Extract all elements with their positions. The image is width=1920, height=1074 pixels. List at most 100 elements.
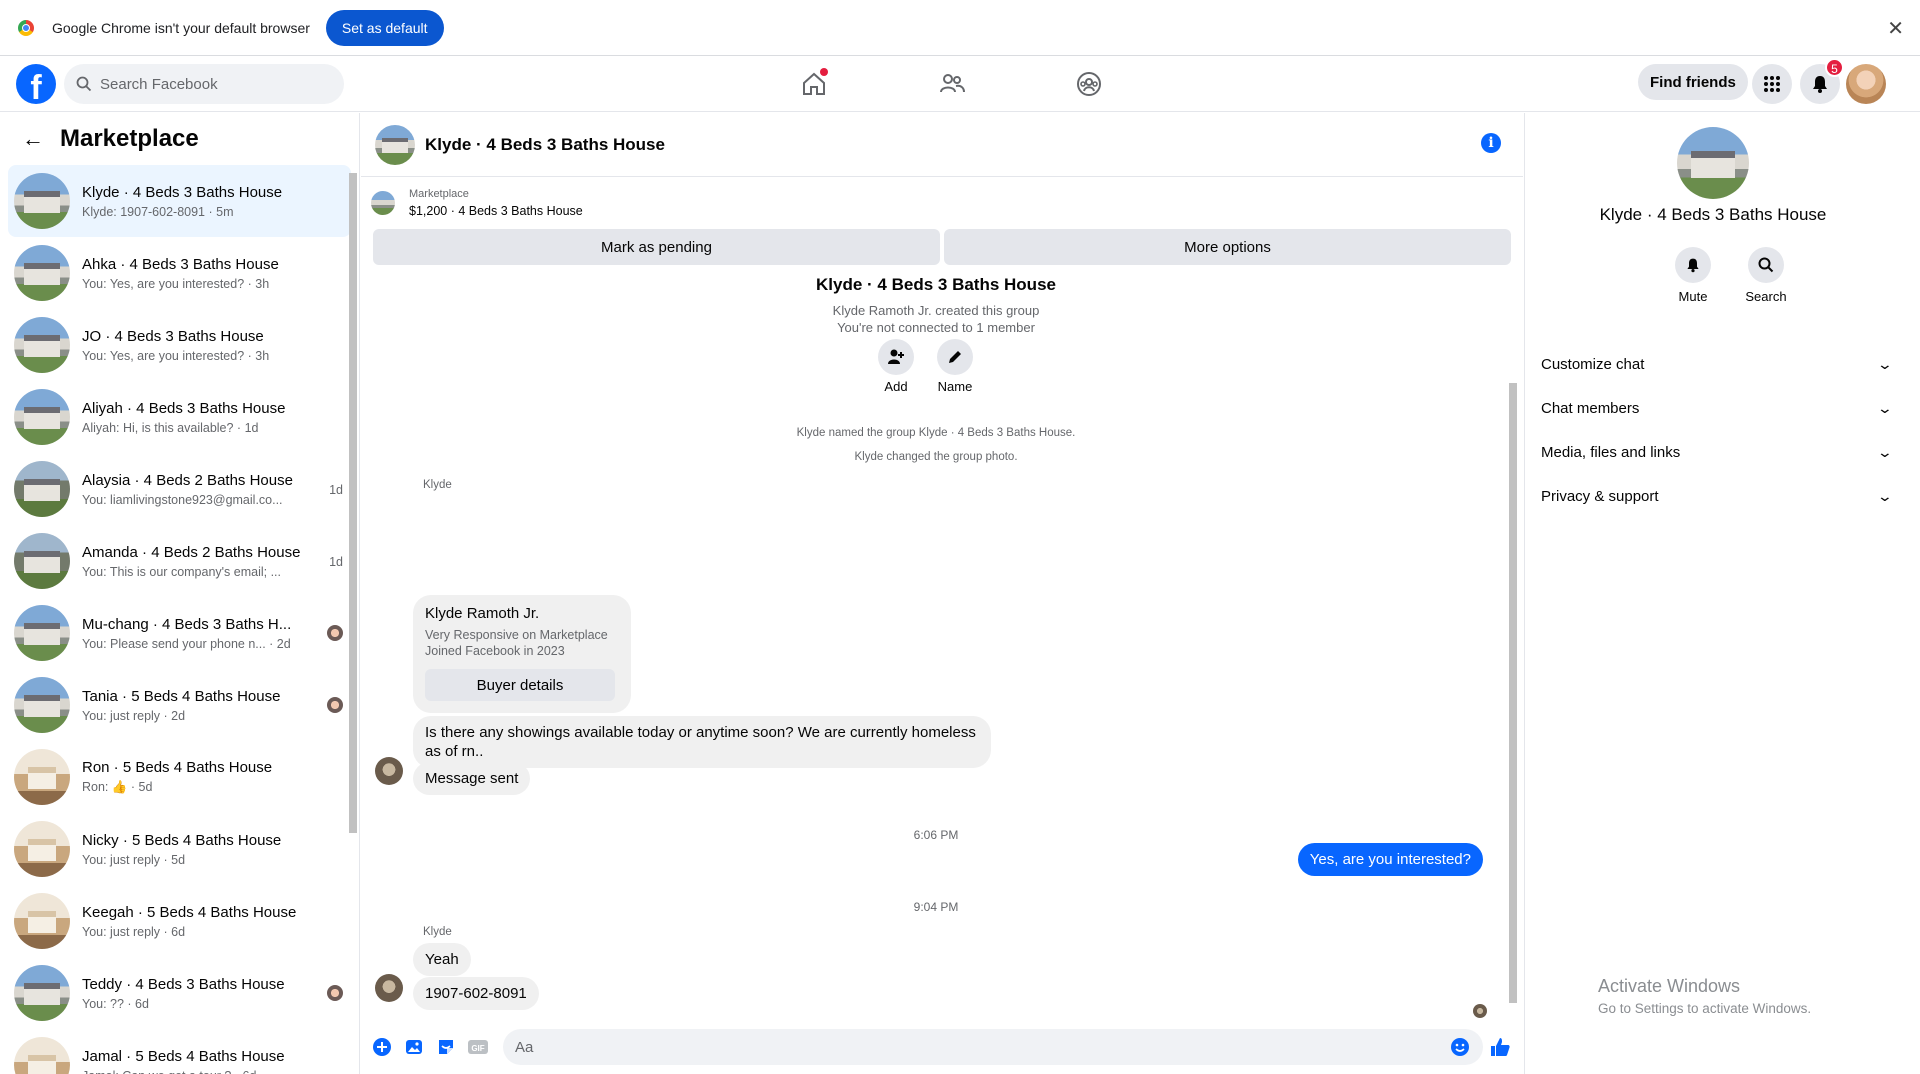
message-bubble[interactable]: Yeah bbox=[413, 943, 471, 976]
facebook-logo[interactable]: f bbox=[16, 64, 56, 104]
conversation-row[interactable]: Klyde · 4 Beds 3 Baths House Klyde: 1907-… bbox=[8, 165, 351, 237]
search-input[interactable] bbox=[100, 75, 310, 93]
conversation-name: Keegah · 5 Beds 4 Baths House bbox=[82, 903, 297, 921]
listing-avatar bbox=[14, 821, 70, 877]
conversation-name: Amanda · 4 Beds 2 Baths House bbox=[82, 543, 301, 561]
section-label: Chat members bbox=[1541, 399, 1640, 417]
section-label: Privacy & support bbox=[1541, 487, 1659, 505]
plus-circle-icon[interactable] bbox=[371, 1036, 393, 1058]
info-icon[interactable]: i bbox=[1481, 133, 1501, 153]
conversation-name: Jamal · 5 Beds 4 Baths House bbox=[82, 1047, 285, 1065]
chat-scrollbar[interactable] bbox=[1507, 273, 1519, 1013]
group-title: Klyde · 4 Beds 3 Baths House bbox=[816, 275, 1056, 294]
search-box[interactable] bbox=[64, 64, 344, 104]
listing-price-title: $1,200 · 4 Beds 3 Baths House bbox=[409, 204, 583, 218]
chat-header: Klyde · 4 Beds 3 Baths House i bbox=[361, 113, 1523, 177]
notification-badge: 5 bbox=[1825, 58, 1844, 77]
bell-icon bbox=[1687, 258, 1699, 273]
search-icon bbox=[1758, 257, 1774, 273]
back-arrow-icon[interactable]: ← bbox=[22, 126, 44, 152]
friends-nav-icon[interactable] bbox=[938, 70, 966, 98]
media-files-links-section[interactable]: Media, files and links ⌄ bbox=[1541, 434, 1894, 470]
chat-avatar[interactable] bbox=[375, 124, 415, 165]
buyer-card: Klyde Ramoth Jr. Very Responsive on Mark… bbox=[413, 595, 631, 713]
message-bubble[interactable]: 1907-602-8091 bbox=[413, 977, 539, 1010]
conversation-row[interactable]: Alaysia · 4 Beds 2 Baths House You: liaml… bbox=[8, 453, 351, 525]
conversation-preview: Klyde: 1907-602-8091 · 5m bbox=[82, 204, 234, 219]
close-icon[interactable]: ✕ bbox=[1887, 16, 1904, 41]
photo-icon[interactable] bbox=[403, 1036, 425, 1058]
gif-icon[interactable]: GIF bbox=[467, 1036, 489, 1058]
sender-avatar[interactable] bbox=[375, 757, 403, 785]
seen-avatar bbox=[327, 985, 343, 1001]
listing-avatar bbox=[14, 893, 70, 949]
mute-action[interactable]: Mute bbox=[1658, 247, 1728, 304]
sticker-icon[interactable] bbox=[435, 1036, 457, 1058]
conversation-row[interactable]: JO · 4 Beds 3 Baths House You: Yes, are y… bbox=[8, 309, 351, 381]
conversation-row[interactable]: Aliyah · 4 Beds 3 Baths House Aliyah: Hi,… bbox=[8, 381, 351, 453]
buyer-details-button[interactable]: Buyer details bbox=[425, 669, 615, 701]
conversation-row[interactable]: Teddy · 4 Beds 3 Baths House You: ?? · 6d bbox=[8, 957, 351, 1029]
conversation-preview: You: just reply · 5d bbox=[82, 852, 186, 867]
message-bubble[interactable]: Message sent bbox=[413, 762, 531, 795]
sender-name: Klyde bbox=[423, 926, 452, 938]
mark-as-pending-button[interactable]: Mark as pending bbox=[373, 229, 940, 265]
conversation-row[interactable]: Ahka · 4 Beds 3 Baths House You: Yes, are… bbox=[8, 237, 351, 309]
conversation-preview: You: ?? · 6d bbox=[82, 996, 149, 1011]
listing-avatar bbox=[14, 749, 70, 805]
like-thumb-icon[interactable] bbox=[1489, 1036, 1511, 1058]
add-person-icon bbox=[888, 349, 904, 364]
conversation-row[interactable]: Tania · 5 Beds 4 Baths House You: just re… bbox=[8, 669, 351, 741]
sender-name: Klyde bbox=[423, 479, 452, 491]
conversation-name: Ahka · 4 Beds 3 Baths House bbox=[82, 255, 279, 273]
emoji-icon[interactable] bbox=[1449, 1036, 1471, 1058]
sidebar-scrollbar[interactable] bbox=[347, 133, 357, 1073]
conversation-row[interactable]: Keegah · 5 Beds 4 Baths House You: just r… bbox=[8, 885, 351, 957]
home-nav-icon[interactable] bbox=[800, 68, 828, 98]
message-composer: GIF bbox=[361, 1025, 1523, 1069]
svg-text:GIF: GIF bbox=[471, 1044, 484, 1053]
name-group-button[interactable] bbox=[937, 339, 973, 375]
sender-avatar[interactable] bbox=[375, 974, 403, 1002]
conversation-row[interactable]: Nicky · 5 Beds 4 Baths House You: just re… bbox=[8, 813, 351, 885]
menu-grid-icon[interactable] bbox=[1752, 64, 1792, 104]
customize-chat-section[interactable]: Customize chat ⌄ bbox=[1541, 346, 1893, 382]
chevron-down-icon: ⌄ bbox=[1876, 443, 1894, 460]
message-input[interactable] bbox=[503, 1029, 1483, 1065]
seen-avatar bbox=[327, 697, 343, 713]
groups-nav-icon[interactable] bbox=[1075, 70, 1103, 98]
conversation-row[interactable]: Ron · 5 Beds 4 Baths House Ron: 👍 · 5d bbox=[8, 741, 351, 813]
conversation-row[interactable]: Mu-chang · 4 Beds 3 Baths H... You: Pleas… bbox=[8, 597, 351, 669]
section-label: Customize chat bbox=[1541, 355, 1645, 373]
message-bubble[interactable]: Is there any showings available today or… bbox=[413, 716, 991, 768]
section-label: Media, files and links bbox=[1541, 443, 1681, 461]
conversation-row[interactable]: Jamal · 5 Beds 4 Baths House Jamal: Can w… bbox=[8, 1029, 351, 1074]
chat-title[interactable]: Klyde · 4 Beds 3 Baths House bbox=[425, 135, 665, 155]
top-navigation: f Find friends 5 bbox=[0, 56, 1920, 112]
buyer-info-responsive: Very Responsive on Marketplace bbox=[425, 628, 608, 642]
outgoing-message-bubble[interactable]: Yes, are you interested? bbox=[1297, 843, 1483, 876]
timestamp: 6:06 PM bbox=[913, 828, 959, 842]
listing-strip[interactable]: Marketplace $1,200 · 4 Beds 3 Baths Hous… bbox=[361, 177, 1523, 229]
mute-label: Mute bbox=[1678, 289, 1708, 304]
conversation-preview: You: Yes, are you interested? · 3h bbox=[82, 276, 270, 291]
find-friends-button[interactable]: Find friends bbox=[1638, 64, 1748, 100]
conversation-time: 1d bbox=[329, 483, 343, 497]
search-action[interactable]: Search bbox=[1731, 247, 1801, 304]
set-as-default-button[interactable]: Set as default bbox=[325, 9, 444, 46]
chat-members-section[interactable]: Chat members ⌄ bbox=[1541, 390, 1893, 426]
more-options-button[interactable]: More options bbox=[944, 229, 1511, 265]
account-avatar[interactable] bbox=[1846, 64, 1886, 104]
conversation-preview: You: Yes, are you interested? · 3h bbox=[82, 348, 270, 363]
listing-avatar bbox=[14, 677, 70, 733]
conversation-preview: Jamal: Can we get a tour ? · 6d bbox=[82, 1069, 302, 1074]
watermark-title: Activate Windows bbox=[1598, 976, 1741, 996]
add-member-button[interactable] bbox=[878, 339, 914, 375]
privacy-support-section[interactable]: Privacy & support ⌄ bbox=[1541, 478, 1893, 514]
conversation-preview: You: This is our company's email; ... bbox=[82, 564, 282, 579]
conversation-row[interactable]: Amanda · 4 Beds 2 Baths House You: This i… bbox=[8, 525, 351, 597]
created-line: Klyde Ramoth Jr. created this group bbox=[832, 303, 1040, 318]
search-label: Search bbox=[1745, 289, 1787, 304]
notifications-bell-icon[interactable]: 5 bbox=[1800, 58, 1844, 104]
buyer-name: Klyde Ramoth Jr. bbox=[425, 605, 540, 622]
